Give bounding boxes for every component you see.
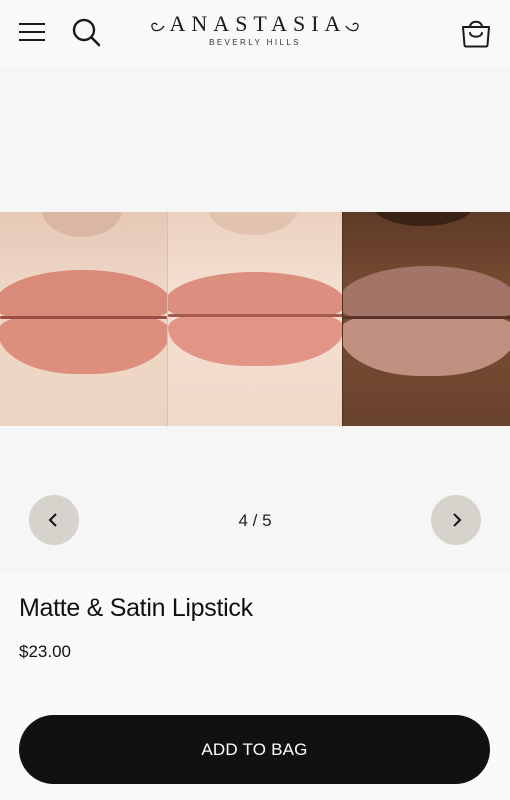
- shopping-bag-icon: [462, 20, 490, 48]
- logo-swash-right: [345, 22, 359, 32]
- chevron-left-icon: [48, 513, 57, 527]
- chevron-right-icon: [453, 513, 462, 527]
- brand-name: ANASTASIA: [169, 11, 347, 36]
- image-counter: 4 / 5: [238, 511, 272, 530]
- logo-swash-left: [151, 22, 165, 32]
- product-title: Matte & Satin Lipstick: [19, 594, 253, 622]
- search-icon: [72, 18, 101, 47]
- previous-image-button[interactable]: [29, 495, 79, 545]
- site-header: ANASTASIA BEVERLY HILLS: [0, 0, 510, 66]
- product-image-lip-swatches: [0, 212, 510, 426]
- product-details: Matte & Satin Lipstick $23.00 ADD TO BAG: [0, 574, 510, 800]
- lip-swatch-light: [0, 212, 167, 426]
- lip-swatch-medium: [167, 212, 342, 426]
- lip-swatch-deep: [342, 212, 510, 426]
- product-price: $23.00: [19, 642, 71, 661]
- hamburger-menu-icon: [19, 23, 45, 41]
- menu-button[interactable]: [14, 16, 50, 48]
- next-image-button[interactable]: [431, 495, 481, 545]
- add-to-bag-button[interactable]: ADD TO BAG: [19, 715, 490, 784]
- brand-logo[interactable]: ANASTASIA BEVERLY HILLS: [150, 10, 360, 54]
- product-gallery: 4 / 5: [0, 66, 510, 574]
- brand-subtitle: BEVERLY HILLS: [209, 38, 301, 47]
- shopping-bag-button[interactable]: [456, 13, 496, 53]
- search-button[interactable]: [68, 14, 104, 50]
